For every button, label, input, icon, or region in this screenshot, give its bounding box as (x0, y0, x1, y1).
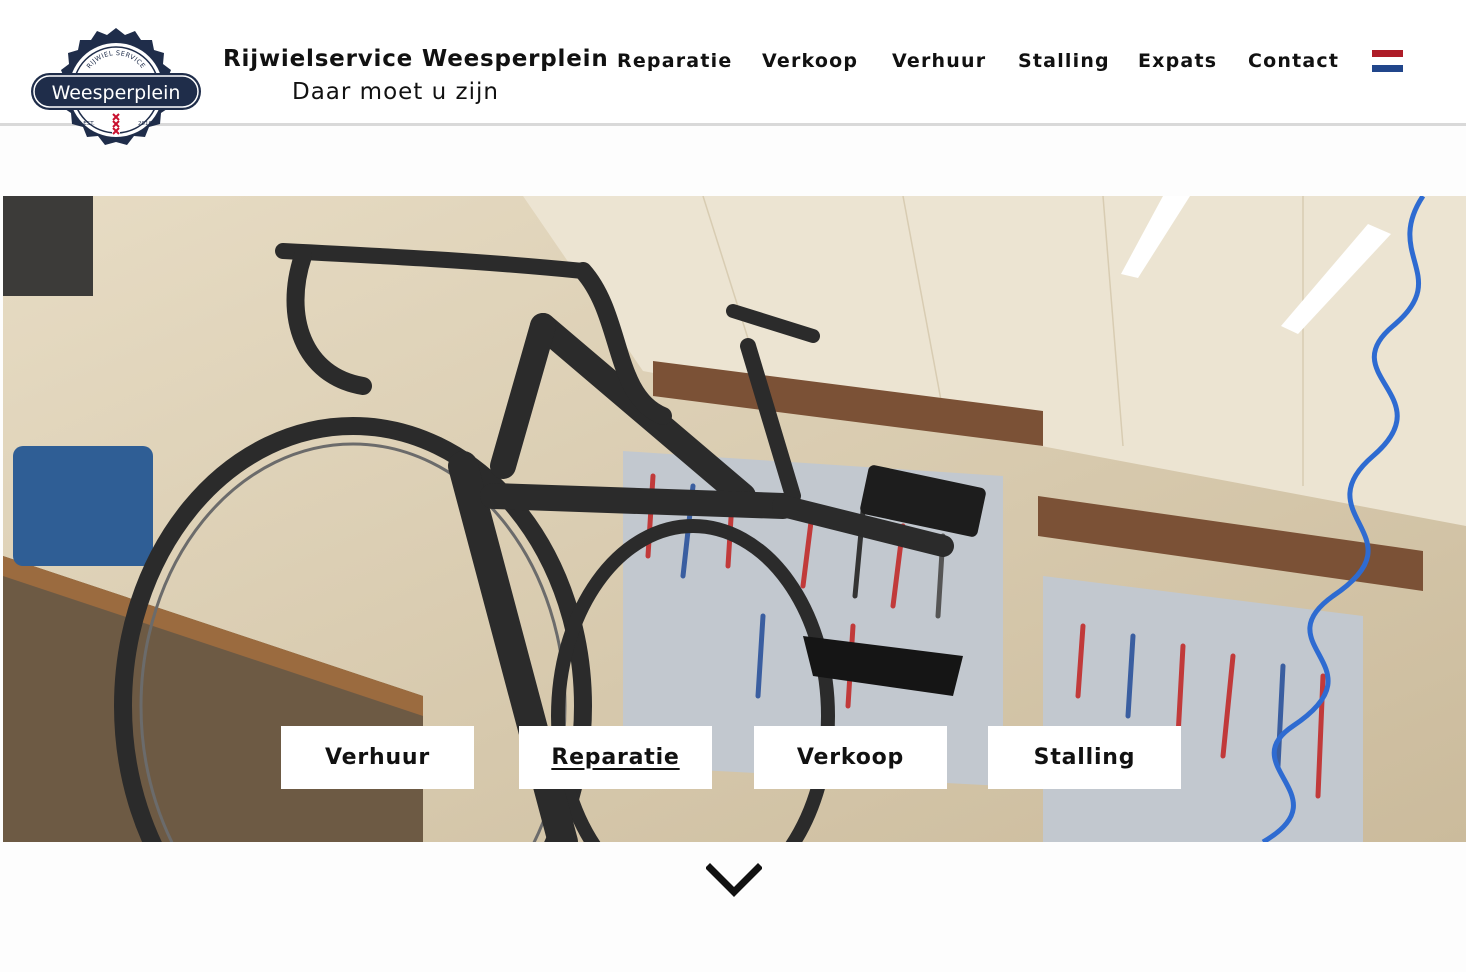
nav-verkoop[interactable]: Verkoop (762, 50, 858, 72)
nav-expats[interactable]: Expats (1138, 50, 1217, 72)
cta-stalling-button[interactable]: Stalling (988, 726, 1181, 789)
chevron-down-icon[interactable] (706, 862, 762, 900)
header-divider (0, 123, 1466, 126)
cta-verkoop-button[interactable]: Verkoop (754, 726, 947, 789)
nav-stalling[interactable]: Stalling (1018, 50, 1110, 72)
hero-image (3, 196, 1466, 842)
nav-contact[interactable]: Contact (1248, 50, 1339, 72)
nav-reparatie[interactable]: Reparatie (617, 50, 732, 72)
cta-reparatie-button[interactable]: Reparatie (519, 726, 712, 789)
logo-est: EST. (83, 121, 95, 127)
flag-nl-icon[interactable] (1372, 50, 1403, 72)
logo-text: Weesperplein (52, 82, 181, 104)
cta-verhuur-button[interactable]: Verhuur (281, 726, 474, 789)
logo-year: 2016 (138, 121, 152, 127)
site-tagline: Daar moet u zijn (292, 79, 499, 105)
nav-verhuur[interactable]: Verhuur (892, 50, 986, 72)
logo[interactable]: RIJWIEL SERVICE Weesperplein EST. 2016 (28, 26, 204, 152)
main-nav: Reparatie Verkoop Verhuur Stalling Expat… (0, 50, 1466, 80)
